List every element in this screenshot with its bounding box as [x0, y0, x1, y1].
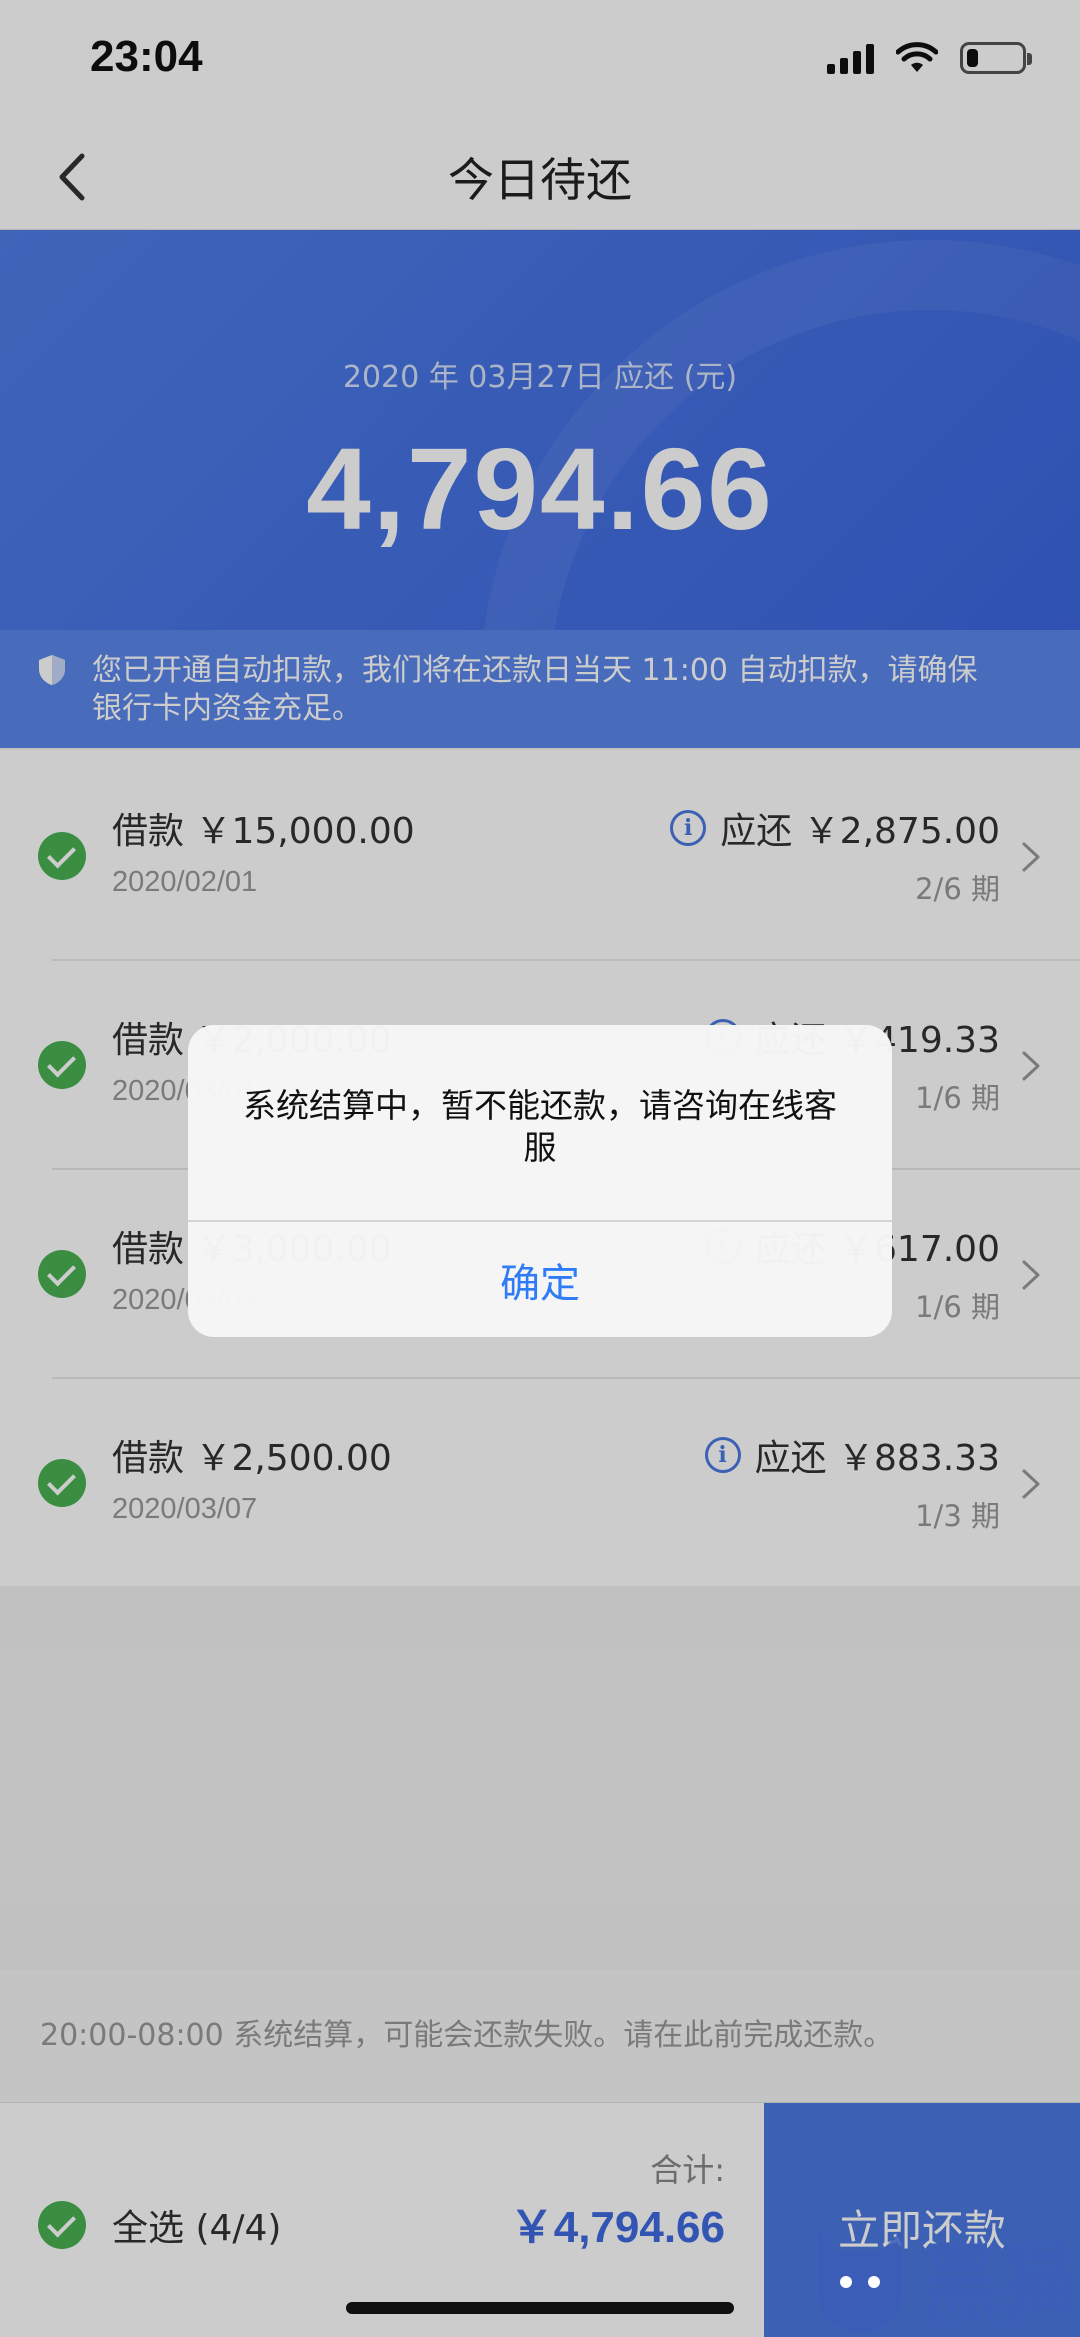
home-indicator[interactable] [346, 2302, 734, 2314]
watermark-subtext: BLACK CAT [926, 2304, 1030, 2337]
watermark-logo: 黑猫 BLACK CAT [810, 2216, 1080, 2337]
alert-message: 系统结算中，暂不能还款，请咨询在线客服 [243, 1086, 837, 1167]
confirm-button[interactable]: 确定 [188, 1222, 892, 1337]
alert-dialog: 系统结算中，暂不能还款，请咨询在线客服 确定 [188, 1025, 892, 1337]
cat-logo-icon [818, 2230, 902, 2332]
